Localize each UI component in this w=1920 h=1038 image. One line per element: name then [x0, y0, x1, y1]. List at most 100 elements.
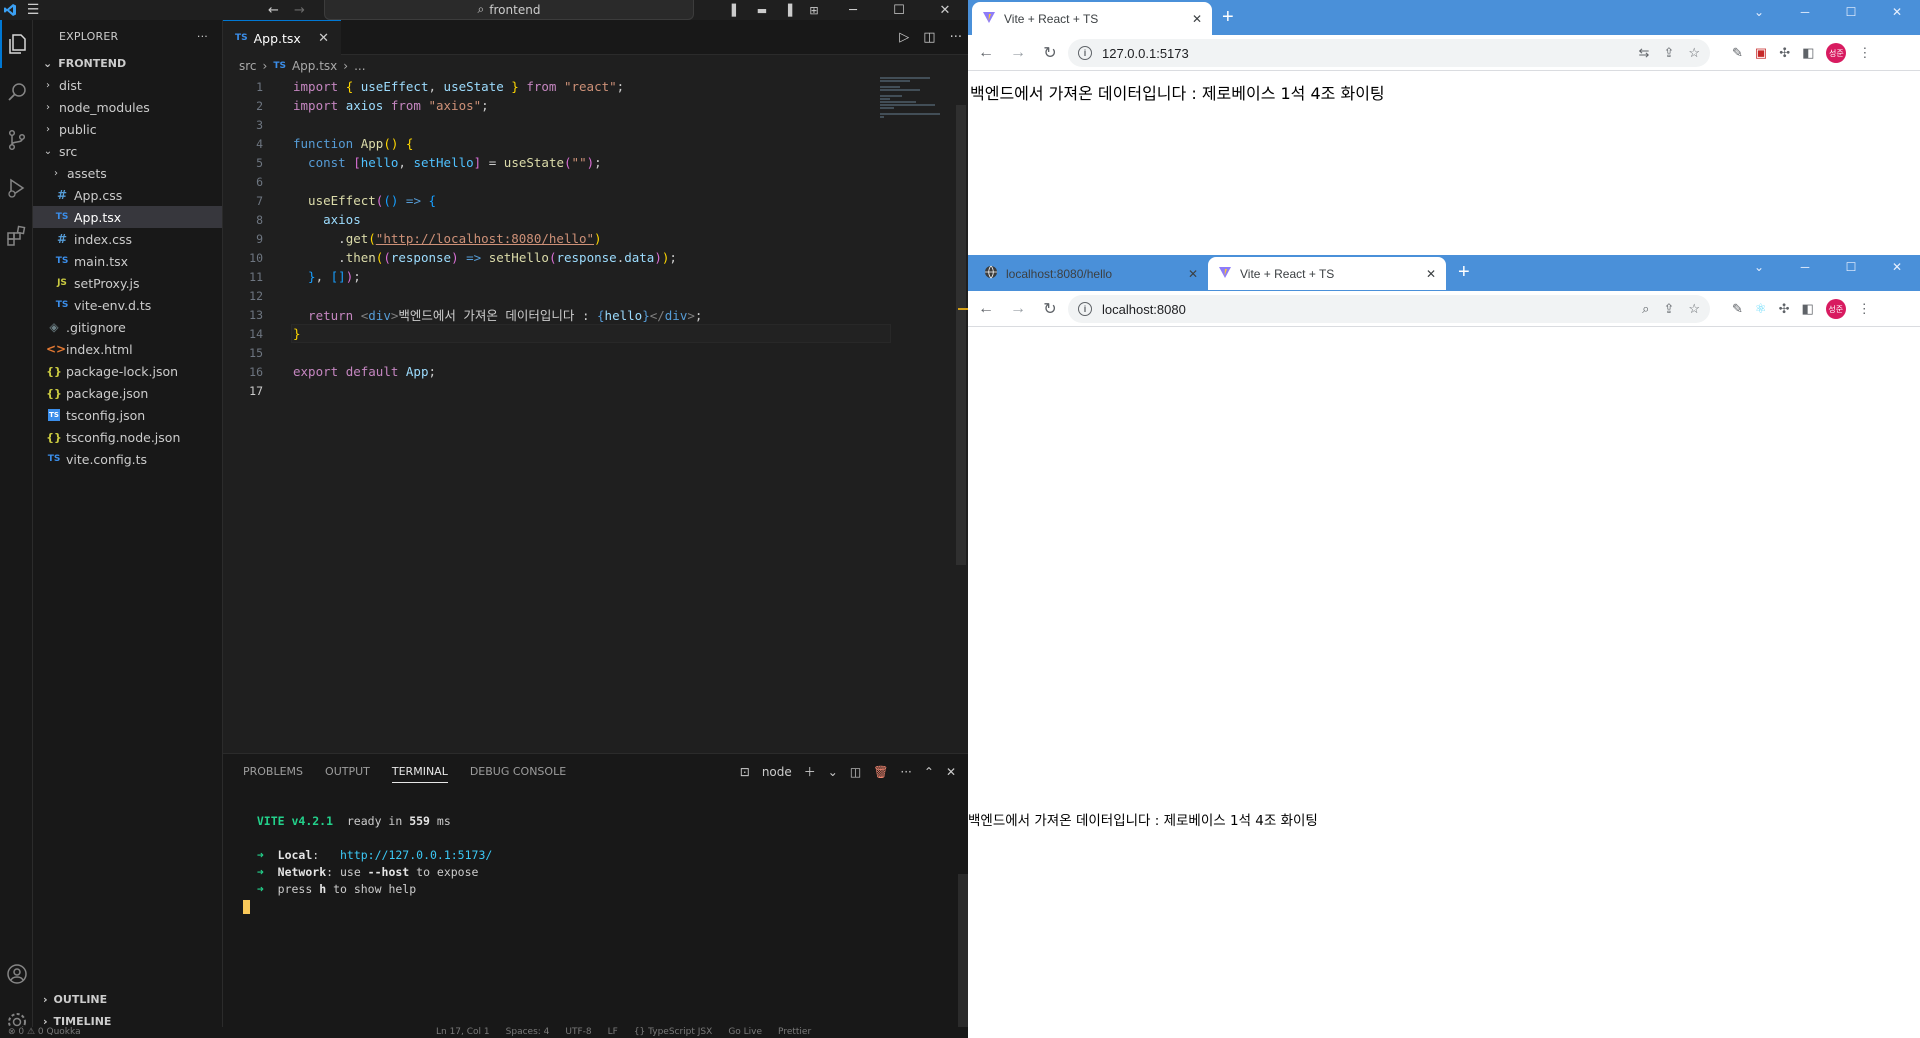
tab-app-tsx[interactable]: TS App.tsx ✕	[223, 20, 341, 55]
tree-item[interactable]: JS setProxy.js	[33, 272, 222, 294]
new-tab-icon[interactable]: +	[1222, 6, 1234, 28]
translate-icon[interactable]: ⇆	[1639, 45, 1650, 61]
bookmark-star-icon[interactable]: ☆	[1688, 301, 1700, 317]
split-editor-icon[interactable]: ◫	[923, 30, 935, 45]
status-item[interactable]: Prettier	[778, 1027, 811, 1037]
puzzle-icon[interactable]: ✣	[1779, 45, 1790, 61]
toggle-secondary-sidebar-icon[interactable]: ▐	[780, 3, 796, 17]
chevron-down-icon[interactable]: ⌄	[1736, 255, 1782, 279]
browser-tab[interactable]: localhost:8080/hello ✕	[974, 257, 1208, 290]
close-tab-icon[interactable]: ✕	[318, 31, 329, 46]
command-center-search[interactable]: ⌕ frontend	[324, 0, 694, 20]
avatar[interactable]: 성준	[1825, 299, 1846, 319]
back-icon[interactable]: ←	[970, 293, 1002, 325]
toggle-sidebar-icon[interactable]: ▌	[728, 3, 744, 17]
tree-item[interactable]: › dist	[33, 74, 222, 96]
extension-icon[interactable]: ▣	[1755, 45, 1767, 61]
tree-item[interactable]: # App.css	[33, 184, 222, 206]
breadcrumb-folder[interactable]: src	[239, 59, 257, 73]
tab-output[interactable]: OUTPUT	[325, 765, 370, 778]
site-info-icon[interactable]: i	[1078, 46, 1092, 60]
tree-item[interactable]: ⌄ src	[33, 140, 222, 162]
status-item[interactable]: LF	[608, 1027, 618, 1037]
minimize-icon[interactable]: ─	[830, 0, 876, 20]
run-debug-icon[interactable]	[0, 164, 33, 212]
close-tab-icon[interactable]: ✕	[1188, 267, 1198, 281]
browser-tab[interactable]: Vite + React + TS ✕	[972, 2, 1212, 35]
breadcrumb-symbol[interactable]: ...	[354, 59, 365, 73]
minimize-icon[interactable]: ─	[1782, 0, 1828, 24]
more-actions-icon[interactable]: ···	[950, 30, 962, 45]
back-icon[interactable]: ←	[970, 37, 1002, 69]
puzzle-icon[interactable]: ✣	[1779, 301, 1790, 317]
eyedropper-icon[interactable]: ✎	[1732, 45, 1743, 61]
avatar[interactable]: 성준	[1826, 43, 1847, 63]
menu-dots-icon[interactable]: ⋮	[1858, 301, 1871, 317]
more-actions-icon[interactable]: ···	[197, 30, 208, 43]
toggle-panel-icon[interactable]: ▬	[754, 3, 770, 17]
tree-item[interactable]: ◈ .gitignore	[33, 316, 222, 338]
tree-item[interactable]: {} package-lock.json	[33, 360, 222, 382]
back-arrow-icon[interactable]: ←	[268, 0, 279, 20]
root-folder[interactable]: ⌄ FRONTEND	[33, 52, 222, 74]
status-item[interactable]: Spaces: 4	[506, 1027, 550, 1037]
split-terminal-icon[interactable]: ◫	[850, 765, 861, 779]
terminal-output[interactable]: VITE v4.2.1 ready in 559 ms ➜ Local: htt…	[243, 814, 492, 916]
close-tab-icon[interactable]: ✕	[1192, 12, 1202, 26]
run-icon[interactable]: ▷	[899, 30, 909, 45]
tree-item[interactable]: # index.css	[33, 228, 222, 250]
terminal-scrollbar[interactable]	[958, 874, 968, 1038]
forward-arrow-icon[interactable]: →	[294, 0, 305, 20]
close-icon[interactable]: ✕	[1874, 255, 1920, 279]
tab-terminal[interactable]: TERMINAL	[391, 760, 448, 783]
close-icon[interactable]: ✕	[1874, 0, 1920, 24]
tree-item[interactable]: TS main.tsx	[33, 250, 222, 272]
bookmark-star-icon[interactable]: ☆	[1688, 45, 1700, 61]
editor-scrollbar[interactable]	[956, 105, 966, 565]
side-panel-icon[interactable]: ◧	[1801, 301, 1813, 317]
maximize-icon[interactable]: ☐	[1828, 255, 1874, 279]
maximize-panel-icon[interactable]: ⌃	[924, 765, 934, 779]
source-control-icon[interactable]	[0, 116, 33, 164]
tree-item[interactable]: {} package.json	[33, 382, 222, 404]
close-tab-icon[interactable]: ✕	[1426, 267, 1436, 281]
tab-problems[interactable]: PROBLEMS	[243, 765, 303, 778]
code-editor[interactable]: 1 import { useEffect, useState } from "re…	[223, 77, 968, 400]
menu-dots-icon[interactable]: ⋮	[1858, 45, 1871, 61]
browser-tab[interactable]: Vite + React + TS ✕	[1208, 257, 1446, 290]
tree-item[interactable]: › public	[33, 118, 222, 140]
status-item[interactable]: {} TypeScript JSX	[634, 1027, 712, 1037]
new-terminal-icon[interactable]: ＋	[804, 763, 816, 780]
tree-item[interactable]: TS App.tsx	[33, 206, 222, 228]
breadcrumb-file[interactable]: App.tsx	[292, 59, 337, 73]
tab-debug-console[interactable]: DEBUG CONSOLE	[470, 765, 566, 778]
eyedropper-icon[interactable]: ✎	[1732, 301, 1743, 317]
forward-icon[interactable]: →	[1002, 293, 1034, 325]
extensions-icon[interactable]	[0, 212, 33, 260]
tree-item[interactable]: {} tsconfig.node.json	[33, 426, 222, 448]
explorer-icon[interactable]	[0, 20, 33, 68]
search-icon[interactable]	[0, 68, 33, 116]
side-panel-icon[interactable]: ◧	[1802, 45, 1814, 61]
more-actions-icon[interactable]: ···	[900, 765, 911, 779]
local-url[interactable]: http://127.0.0.1:5173/	[340, 848, 492, 862]
tree-item[interactable]: TS tsconfig.json	[33, 404, 222, 426]
customize-layout-icon[interactable]: ⊞	[806, 3, 822, 17]
trash-icon[interactable]: 🗑	[873, 765, 888, 779]
address-bar[interactable]: i 127.0.0.1:5173 ⇆ ⇪ ☆	[1068, 39, 1710, 67]
tree-item[interactable]: › assets	[33, 162, 222, 184]
accounts-icon[interactable]	[0, 950, 33, 998]
status-item[interactable]: Go Live	[728, 1027, 762, 1037]
chevron-down-icon[interactable]: ⌄	[1736, 0, 1782, 24]
new-tab-icon[interactable]: +	[1458, 261, 1470, 283]
share-icon[interactable]: ⇪	[1663, 45, 1674, 61]
minimize-icon[interactable]: ─	[1782, 255, 1828, 279]
close-panel-icon[interactable]: ✕	[946, 765, 956, 779]
maximize-icon[interactable]: ☐	[1828, 0, 1874, 24]
tree-item[interactable]: <> index.html	[33, 338, 222, 360]
zoom-icon[interactable]: ⌕	[1642, 301, 1649, 317]
status-item[interactable]: UTF-8	[565, 1027, 591, 1037]
tree-item[interactable]: › node_modules	[33, 96, 222, 118]
minimap[interactable]	[880, 77, 950, 118]
forward-icon[interactable]: →	[1002, 37, 1034, 69]
